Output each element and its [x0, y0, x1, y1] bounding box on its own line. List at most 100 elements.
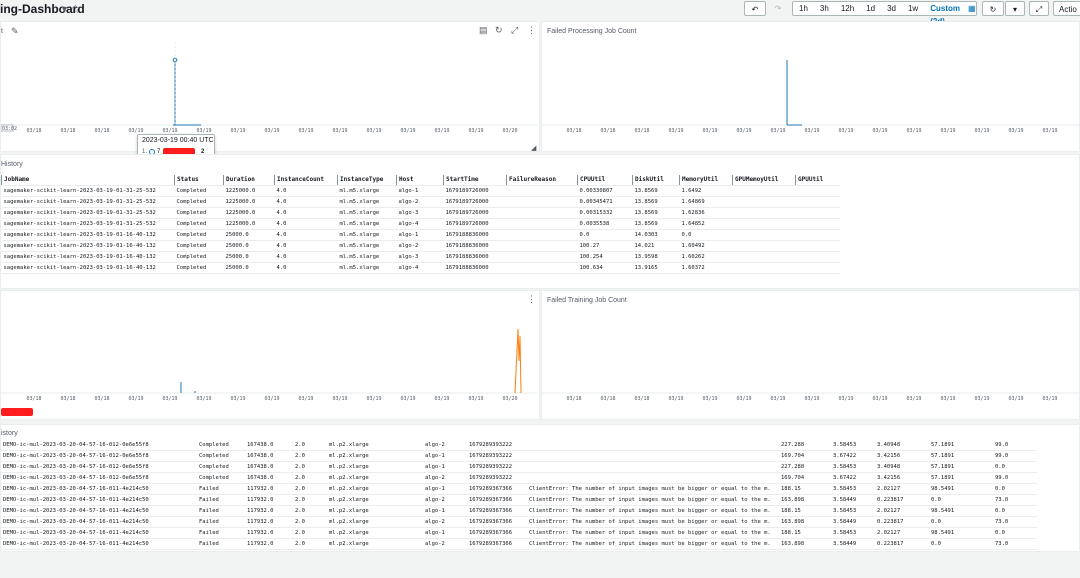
table-cell: ml.p2.xlarge [327, 440, 423, 451]
table-cell: ml.p2.xlarge [327, 527, 423, 539]
table-cell: 1.60372 [679, 262, 733, 274]
table-row[interactable]: sagemaker-scikit-learn-2023-03-19-01-16-… [1, 229, 840, 241]
table-row[interactable]: DEMO-ic-mul-2023-03-20-04-57-16-012-0e6e… [1, 440, 1037, 451]
x-tick-label: 03/19 [400, 396, 415, 402]
table-row[interactable]: sagemaker-scikit-learn-2023-03-19-01-31-… [1, 218, 840, 230]
x-tick-label: 03/19 [264, 128, 279, 134]
table-cell: 25000.0 [223, 229, 275, 241]
table-row[interactable]: DEMO-ic-mul-2023-03-20-04-57-16-011-4e21… [1, 527, 1037, 539]
time-range-3d[interactable]: 3d [881, 2, 902, 15]
x-tick-label: 03/19 [974, 128, 989, 134]
x-tick-label: 03/19 [668, 396, 683, 402]
table-cell: algo-1 [396, 185, 444, 197]
x-tick-label: 03/19 [366, 396, 381, 402]
table-cell: algo-3 [396, 207, 444, 219]
column-header[interactable]: CPUUtil [577, 175, 633, 186]
column-header[interactable]: MemoryUtil [679, 175, 733, 186]
x-tick-label: 03/19 [906, 396, 921, 402]
time-range-3h[interactable]: 3h [814, 2, 835, 15]
x-tick-label: 03/19 [264, 396, 279, 402]
column-header[interactable]: GPUUtil [795, 175, 840, 186]
time-range-12h[interactable]: 12h [835, 2, 860, 15]
table-row[interactable]: sagemaker-scikit-learn-2023-03-19-01-31-… [1, 196, 840, 208]
table-row[interactable]: DEMO-ic-mul-2023-03-20-04-57-16-012-0e6e… [1, 461, 1037, 473]
actions-button[interactable]: Actio [1053, 1, 1080, 16]
table-cell: 2.0 [293, 538, 327, 550]
table-row[interactable]: DEMO-ic-mul-2023-03-20-04-57-16-012-0e6e… [1, 472, 1037, 484]
table-cell: 227.288 [779, 440, 831, 451]
time-cursor-label: 03:02 [2, 126, 17, 132]
table-cell: 100.27 [577, 240, 633, 252]
time-range-1w[interactable]: 1w [902, 2, 924, 15]
column-header[interactable]: FailureReason [506, 175, 578, 186]
table-row[interactable]: sagemaker-scikit-learn-2023-03-19-01-16-… [1, 240, 840, 252]
caret-down-icon[interactable]: ▼ [60, 4, 69, 14]
refresh-icon: ↻ [989, 5, 997, 14]
panel-failed-processing-job-count: Failed Processing Job Count 03/18 03/18 03… [541, 21, 1080, 152]
table-cell: DEMO-ic-mul-2023-03-20-04-57-16-011-4e21… [1, 505, 197, 517]
redo-button[interactable]: ↷ [768, 1, 788, 16]
table-cell: 1.64852 [679, 218, 733, 230]
column-header[interactable]: DiskUtil [632, 175, 680, 186]
fullscreen-button[interactable]: ⤢ [1029, 1, 1049, 16]
x-tick-label: 03/19 [804, 396, 819, 402]
table-row[interactable]: sagemaker-scikit-learn-2023-03-19-01-31-… [1, 207, 840, 219]
table-cell: ml.p2.xlarge [327, 494, 423, 506]
table-cell: 1679189726000 [443, 218, 507, 230]
table-row[interactable]: DEMO-ic-mul-2023-03-20-04-57-16-011-4e21… [1, 505, 1037, 517]
time-range-custom[interactable]: Custom (2d) [924, 2, 966, 26]
table-row[interactable]: DEMO-ic-mul-2023-03-20-04-57-16-011-4e21… [1, 494, 1037, 506]
table-cell [795, 196, 840, 208]
table-cell: 3.58453 [831, 527, 875, 539]
x-tick-label: 03/19 [668, 128, 683, 134]
table-row[interactable]: DEMO-ic-mul-2023-03-20-04-57-16-011-4e21… [1, 516, 1037, 528]
resize-handle[interactable]: ◢ [531, 144, 536, 152]
table-cell: 117932.0 [245, 527, 293, 539]
table-row[interactable]: sagemaker-scikit-learn-2023-03-19-01-16-… [1, 251, 840, 263]
table-row[interactable]: sagemaker-scikit-learn-2023-03-19-01-16-… [1, 262, 840, 274]
table-cell: 1679188836000 [443, 229, 507, 241]
refresh-options-button[interactable]: ▾ [1005, 1, 1025, 16]
table-cell: sagemaker-scikit-learn-2023-03-19-01-31-… [1, 196, 175, 208]
table-cell: DEMO-ic-mul-2023-03-20-04-57-16-012-0e6e… [1, 461, 197, 473]
table-cell: ml.m5.xlarge [337, 240, 397, 252]
column-header[interactable]: Status [174, 175, 224, 186]
x-tick-label: 03/18 [94, 396, 109, 402]
x-tick-label: 03/18 [566, 128, 581, 134]
column-header[interactable]: JobName [1, 175, 175, 186]
table-cell: algo-4 [396, 262, 444, 274]
column-header[interactable]: Duration [223, 175, 275, 186]
table-cell: 167438.0 [245, 472, 293, 484]
redo-icon: ↷ [774, 4, 782, 13]
calendar-icon[interactable]: ▦ [966, 2, 978, 15]
column-header[interactable]: GPUMemoyUtil [732, 175, 796, 186]
table-cell: 2.0 [293, 527, 327, 539]
x-tick-label: 03/18 [634, 128, 649, 134]
table-cell: algo-2 [396, 240, 444, 252]
time-range-1h[interactable]: 1h [793, 2, 814, 15]
time-range-1d[interactable]: 1d [860, 2, 881, 15]
table-cell: 4.0 [274, 240, 338, 252]
table-cell: 2.0 [293, 483, 327, 495]
x-tick-label: 03/19 [804, 128, 819, 134]
star-icon[interactable]: ☆ [70, 2, 81, 16]
column-header[interactable]: StartTime [443, 175, 507, 186]
refresh-button[interactable]: ↻ [982, 1, 1004, 16]
table-cell: 100.254 [577, 251, 633, 263]
table-row[interactable]: DEMO-ic-mul-2023-03-20-04-57-16-011-4e21… [1, 483, 1037, 495]
table-cell: 73.0 [993, 494, 1037, 506]
table-cell: 3.58453 [831, 461, 875, 473]
column-header[interactable]: InstanceCount [274, 175, 338, 186]
panel-processing-job-count: t ✎ ▤ ↻ ⤢ ⋮ 03:02 03/18 03/18 03/18 03/19 03… [0, 21, 540, 152]
table-cell: 1225000.0 [223, 196, 275, 208]
table-row[interactable]: DEMO-ic-mul-2023-03-20-04-57-16-012-0e6e… [1, 450, 1037, 462]
table-row[interactable]: sagemaker-scikit-learn-2023-03-19-01-31-… [1, 185, 840, 197]
column-header[interactable]: Host [396, 175, 444, 186]
table-cell: 1.6492 [679, 185, 733, 197]
undo-button[interactable]: ↶ [744, 1, 766, 16]
column-header[interactable]: InstanceType [337, 175, 397, 186]
table-row[interactable]: DEMO-ic-mul-2023-03-20-04-57-16-011-4e21… [1, 538, 1037, 550]
table-cell: algo-3 [396, 251, 444, 263]
table-cell: ml.p2.xlarge [327, 461, 423, 473]
table-cell: ml.m5.xlarge [337, 185, 397, 197]
